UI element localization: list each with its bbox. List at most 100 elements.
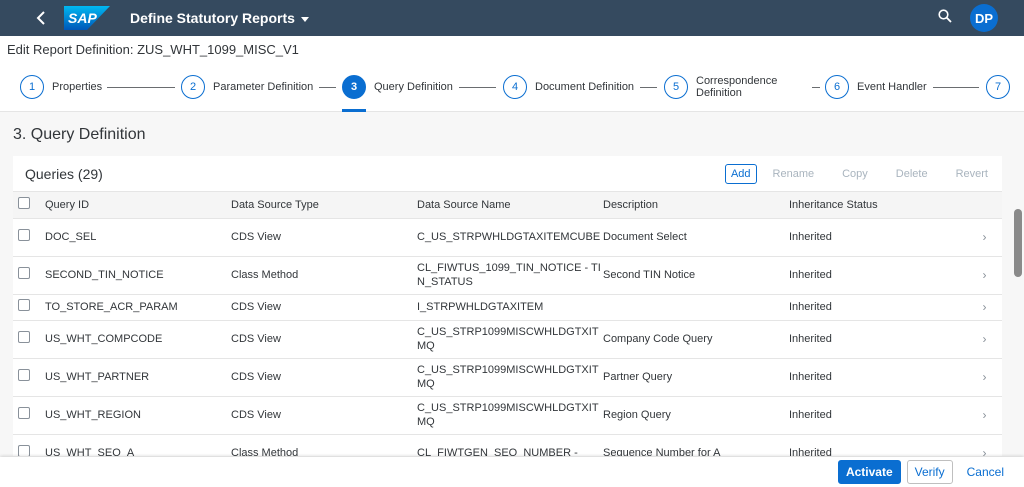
table-row[interactable]: SECOND_TIN_NOTICE Class Method CL_FIWTUS…: [13, 256, 1002, 295]
step-connector: [640, 87, 657, 88]
cell-query-id: DOC_SEL: [45, 218, 231, 257]
cell-data-source-name: C_US_STRP1099MISCWHLDGTXITMQ: [417, 358, 603, 397]
cell-query-id: US_WHT_PARTNER: [45, 358, 231, 397]
row-checkbox[interactable]: [18, 267, 30, 279]
table-toolbar: Queries (29) Add Rename Copy Delete Reve…: [13, 156, 1002, 192]
cell-description: Document Select: [603, 218, 789, 257]
cell-description: Company Code Query: [603, 320, 789, 359]
step-connector: [933, 87, 979, 88]
shell-bar: SAP Define Statutory Reports DP: [0, 0, 1024, 36]
wizard-step-parameter-definition[interactable]: 2 Parameter Definition: [181, 75, 313, 99]
cell-data-source-type: CDS View: [231, 294, 417, 321]
row-checkbox[interactable]: [18, 299, 30, 311]
step-number: 5: [664, 75, 688, 99]
revert-button[interactable]: Revert: [950, 164, 994, 184]
table-row[interactable]: DOC_SEL CDS View C_US_STRPWHLDGTAXITEMCU…: [13, 218, 1002, 257]
cell-description: Sequence Number for A: [603, 434, 789, 456]
column-header-data-source-name[interactable]: Data Source Name: [417, 192, 603, 219]
table-row[interactable]: US_WHT_COMPCODE CDS View C_US_STRP1099MI…: [13, 320, 1002, 359]
queries-table-card: Queries (29) Add Rename Copy Delete Reve…: [13, 156, 1002, 456]
select-all-cell: [13, 192, 45, 219]
step-number: 6: [825, 75, 849, 99]
cell-inheritance-status: Inherited: [789, 320, 967, 359]
cell-inheritance-status: Inherited: [789, 358, 967, 397]
cell-query-id: SECOND_TIN_NOTICE: [45, 256, 231, 295]
table-row[interactable]: US_WHT_SEQ_A Class Method CL_FIWTGEN_SEQ…: [13, 434, 1002, 456]
column-header-inheritance-status[interactable]: Inheritance Status: [789, 192, 967, 219]
cell-data-source-type: Class Method: [231, 256, 417, 295]
cell-inheritance-status: Inherited: [789, 218, 967, 257]
row-checkbox[interactable]: [18, 407, 30, 419]
cell-data-source-type: CDS View: [231, 218, 417, 257]
activate-button[interactable]: Activate: [837, 460, 901, 484]
step-number: 2: [181, 75, 205, 99]
cell-data-source-name: I_STRPWHLDGTAXITEM: [417, 294, 603, 321]
wizard-step-query-definition[interactable]: 3 Query Definition: [342, 75, 453, 99]
cell-data-source-name: C_US_STRP1099MISCWHLDGTXITMQ: [417, 320, 603, 359]
search-icon[interactable]: [938, 8, 952, 28]
chevron-right-icon[interactable]: ›: [967, 294, 1002, 321]
chevron-right-icon[interactable]: ›: [967, 218, 1002, 257]
step-label: Correspondence Definition: [696, 75, 778, 99]
active-step-indicator: [342, 109, 366, 112]
wizard-step-7[interactable]: 7: [986, 75, 1010, 99]
app-title: Define Statutory Reports: [130, 10, 295, 26]
step-label: Properties: [52, 81, 103, 93]
verify-button[interactable]: Verify: [906, 460, 953, 484]
cell-query-id: TO_STORE_ACR_PARAM: [45, 294, 231, 321]
cell-inheritance-status: Inherited: [789, 294, 967, 321]
cell-data-source-name: CL_FIWTGEN_SEQ_NUMBER -: [417, 434, 603, 456]
cell-data-source-type: Class Method: [231, 434, 417, 456]
sap-logo[interactable]: SAP: [64, 6, 110, 30]
step-connector: [459, 87, 496, 88]
copy-button[interactable]: Copy: [836, 164, 874, 184]
wizard-progress: 1 Properties 2 Parameter Definition 3 Qu…: [0, 62, 1024, 112]
table-row[interactable]: TO_STORE_ACR_PARAM CDS View I_STRPWHLDGT…: [13, 294, 1002, 321]
cell-query-id: US_WHT_SEQ_A: [45, 434, 231, 456]
chevron-right-icon[interactable]: ›: [967, 358, 1002, 397]
rename-button[interactable]: Rename: [767, 164, 821, 184]
table-row[interactable]: US_WHT_PARTNER CDS View C_US_STRP1099MIS…: [13, 358, 1002, 397]
select-all-checkbox[interactable]: [18, 197, 30, 210]
queries-table: Query ID Data Source Type Data Source Na…: [13, 192, 1002, 456]
column-header-nav: [967, 192, 1002, 219]
step-label: Parameter Definition: [213, 81, 314, 93]
add-button[interactable]: Add: [724, 163, 757, 184]
row-checkbox[interactable]: [18, 229, 30, 241]
chevron-right-icon[interactable]: ›: [967, 396, 1002, 435]
wizard-step-properties[interactable]: 1 Properties: [20, 75, 102, 99]
chevron-right-icon[interactable]: ›: [967, 320, 1002, 359]
wizard-step-event-handler[interactable]: 6 Event Handler: [825, 75, 927, 99]
cell-description: Partner Query: [603, 358, 789, 397]
column-header-description[interactable]: Description: [603, 192, 789, 219]
cell-inheritance-status: Inherited: [789, 256, 967, 295]
chevron-right-icon[interactable]: ›: [967, 434, 1002, 456]
row-checkbox[interactable]: [18, 369, 30, 381]
cell-inheritance-status: Inherited: [789, 396, 967, 435]
step-number: 7: [986, 75, 1010, 99]
row-checkbox[interactable]: [18, 331, 30, 343]
section-title: 3. Query Definition: [13, 126, 146, 143]
chevron-right-icon[interactable]: ›: [967, 256, 1002, 295]
column-header-data-source-type[interactable]: Data Source Type: [231, 192, 417, 219]
cancel-button[interactable]: Cancel: [959, 460, 1012, 484]
column-header-query-id[interactable]: Query ID: [45, 192, 231, 219]
page-title: Edit Report Definition: ZUS_WHT_1099_MIS…: [0, 36, 1024, 62]
cell-data-source-type: CDS View: [231, 320, 417, 359]
app-title-menu[interactable]: Define Statutory Reports: [130, 10, 309, 26]
cell-inheritance-status: Inherited: [789, 434, 967, 456]
delete-button[interactable]: Delete: [890, 164, 934, 184]
chevron-down-icon: [300, 16, 309, 22]
step-number: 3: [342, 75, 366, 99]
step-label: Document Definition: [535, 81, 635, 93]
wizard-step-document-definition[interactable]: 4 Document Definition: [503, 75, 634, 99]
vertical-scrollbar[interactable]: [1014, 209, 1022, 277]
back-icon[interactable]: [26, 11, 56, 25]
cell-description: [603, 294, 789, 321]
row-checkbox[interactable]: [18, 445, 30, 456]
avatar[interactable]: DP: [970, 4, 998, 32]
table-row[interactable]: US_WHT_REGION CDS View C_US_STRP1099MISC…: [13, 396, 1002, 435]
wizard-step-correspondence-definition[interactable]: 5 Correspondence Definition: [664, 75, 791, 99]
cell-data-source-type: CDS View: [231, 358, 417, 397]
footer-toolbar: Activate Verify Cancel: [0, 457, 1024, 487]
